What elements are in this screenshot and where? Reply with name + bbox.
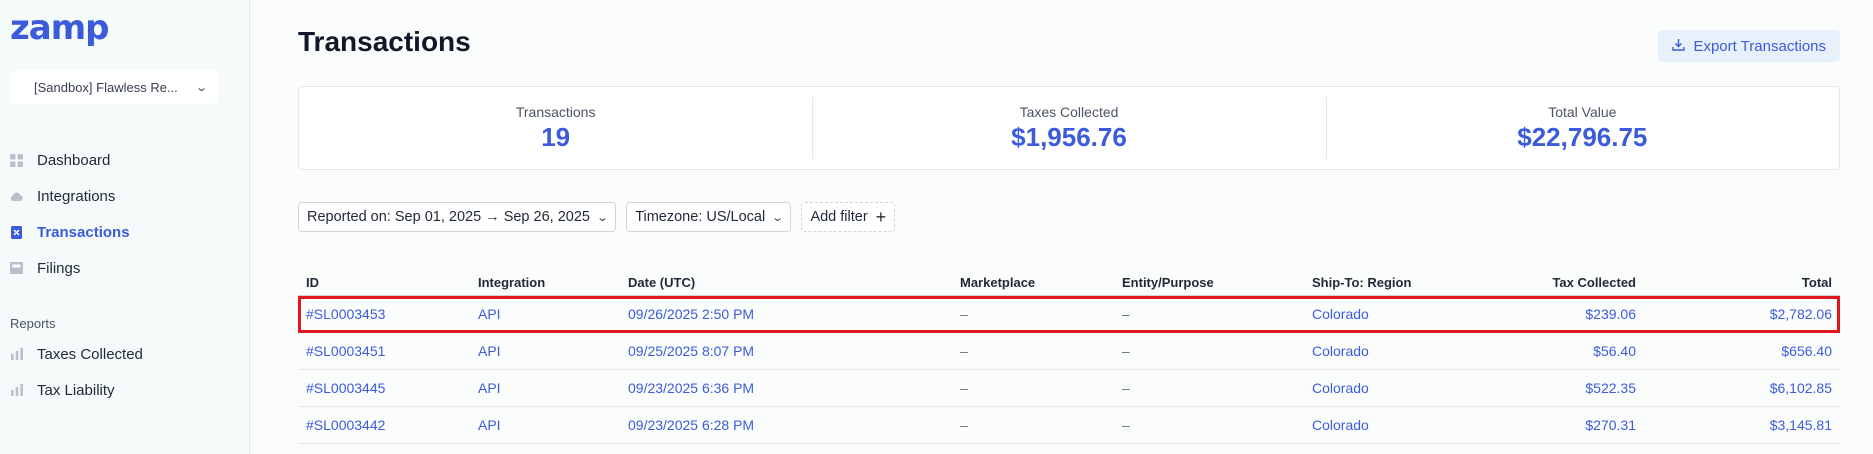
- main-nav: Dashboard Integrations Transactions Fili…: [10, 142, 130, 286]
- cell-marketplace: –: [960, 380, 968, 396]
- org-name: [Sandbox] Flawless Re...: [34, 79, 178, 95]
- cell-marketplace: –: [960, 306, 968, 322]
- stat-value: $1,956.76: [1011, 121, 1127, 152]
- stat-value: 19: [541, 121, 571, 152]
- table-row[interactable]: #SL0003442 API 09/23/2025 6:28 PM – – Co…: [298, 407, 1840, 444]
- cell-tax-collected: $522.35: [1585, 380, 1636, 396]
- transactions-table: ID Integration Date (UTC) Marketplace En…: [298, 270, 1840, 444]
- sidebar-item-taxes-collected[interactable]: Taxes Collected: [10, 336, 143, 372]
- filter-label: Timezone: US/Local: [635, 209, 766, 225]
- cell-region: Colorado: [1312, 343, 1369, 359]
- stat-taxes-collected: Taxes Collected $1,956.76: [812, 87, 1325, 169]
- cell-total: $2,782.06: [1769, 306, 1832, 322]
- org-selector[interactable]: [Sandbox] Flawless Re... ⌄: [10, 70, 218, 104]
- cell-id[interactable]: #SL0003451: [298, 343, 470, 359]
- sidebar-item-label: Taxes Collected: [37, 345, 143, 363]
- table-header: ID Integration Date (UTC) Marketplace En…: [298, 270, 1840, 296]
- cell-date: 09/23/2025 6:36 PM: [628, 380, 755, 396]
- page-title: Transactions: [298, 26, 471, 57]
- add-filter-button[interactable]: Add filter +: [801, 202, 896, 232]
- reports-nav: Taxes Collected Tax Liability: [10, 336, 143, 408]
- stat-label: Taxes Collected: [1019, 103, 1119, 120]
- chevron-down-icon: ⌄: [596, 211, 610, 224]
- stat-total-value: Total Value $22,796.75: [1325, 87, 1839, 169]
- column-header-date[interactable]: Date (UTC): [620, 275, 952, 290]
- stat-label: Transactions: [515, 103, 596, 120]
- date-range-filter[interactable]: Reported on: Sep 01, 2025 → Sep 26, 2025…: [298, 202, 617, 232]
- filter-label: Reported on: Sep 01, 2025 → Sep 26, 2025: [307, 209, 590, 225]
- sidebar-item-integrations[interactable]: Integrations: [10, 178, 130, 214]
- chevron-down-icon: ⌄: [194, 81, 208, 94]
- cell-marketplace: –: [960, 343, 968, 359]
- cell-tax-collected: $239.06: [1585, 306, 1636, 322]
- sidebar-item-tax-liability[interactable]: Tax Liability: [10, 372, 143, 408]
- grid-icon: [10, 153, 23, 167]
- bar-chart-icon: [10, 384, 23, 397]
- column-header-id[interactable]: ID: [298, 275, 470, 290]
- column-header-entity-purpose[interactable]: Entity/Purpose: [1114, 275, 1304, 290]
- stat-label: Total Value: [1548, 103, 1617, 120]
- sidebar-item-label: Dashboard: [37, 151, 111, 169]
- cell-region: Colorado: [1312, 306, 1369, 322]
- cell-entity-purpose: –: [1122, 343, 1130, 359]
- cell-total: $6,102.85: [1769, 380, 1832, 396]
- chevron-down-icon: ⌄: [771, 211, 785, 224]
- column-header-total[interactable]: Total: [1636, 275, 1840, 290]
- cell-integration: API: [478, 417, 501, 433]
- column-header-marketplace[interactable]: Marketplace: [952, 275, 1114, 290]
- sidebar-item-label: Transactions: [37, 223, 130, 241]
- cell-tax-collected: $270.31: [1585, 417, 1636, 433]
- receipt-icon: [10, 225, 23, 239]
- sidebar-item-label: Filings: [37, 259, 81, 277]
- stat-transactions: Transactions 19: [299, 87, 812, 169]
- plus-icon: +: [875, 207, 887, 227]
- sidebar-item-dashboard[interactable]: Dashboard: [10, 142, 130, 178]
- cell-integration: API: [478, 343, 501, 359]
- cell-entity-purpose: –: [1122, 306, 1130, 322]
- cell-total: $3,145.81: [1769, 417, 1832, 433]
- stats-card: Transactions 19 Taxes Collected $1,956.7…: [298, 86, 1840, 170]
- cell-integration: API: [478, 380, 501, 396]
- cell-id[interactable]: #SL0003445: [298, 380, 470, 396]
- download-icon: [1672, 38, 1686, 55]
- cell-date: 09/26/2025 2:50 PM: [628, 306, 755, 322]
- zamp-logo[interactable]: zamp: [10, 8, 109, 48]
- cell-entity-purpose: –: [1122, 417, 1130, 433]
- column-header-tax-collected[interactable]: Tax Collected: [1466, 275, 1636, 290]
- sidebar: zamp [Sandbox] Flawless Re... ⌄ Dashboar…: [0, 0, 250, 454]
- timezone-filter[interactable]: Timezone: US/Local ⌄: [626, 202, 792, 232]
- sidebar-item-label: Tax Liability: [37, 381, 115, 399]
- main-content: Transactions Export Transactions Transac…: [250, 0, 1873, 454]
- export-label: Export Transactions: [1693, 37, 1826, 55]
- sidebar-item-label: Integrations: [37, 187, 116, 205]
- cell-total: $656.40: [1781, 343, 1832, 359]
- reports-section-label: Reports: [10, 316, 56, 331]
- cell-region: Colorado: [1312, 380, 1369, 396]
- column-header-integration[interactable]: Integration: [470, 275, 620, 290]
- cell-entity-purpose: –: [1122, 380, 1130, 396]
- stat-value: $22,796.75: [1517, 121, 1648, 152]
- table-row[interactable]: #SL0003453 API 09/26/2025 2:50 PM – – Co…: [298, 296, 1840, 333]
- cell-tax-collected: $56.40: [1593, 343, 1636, 359]
- column-header-ship-to-region[interactable]: Ship-To: Region: [1304, 275, 1466, 290]
- cell-id[interactable]: #SL0003453: [298, 306, 470, 322]
- cell-region: Colorado: [1312, 417, 1369, 433]
- filter-bar: Reported on: Sep 01, 2025 → Sep 26, 2025…: [298, 202, 896, 232]
- cell-date: 09/25/2025 8:07 PM: [628, 343, 755, 359]
- export-transactions-button[interactable]: Export Transactions: [1658, 30, 1840, 62]
- cell-id[interactable]: #SL0003442: [298, 417, 470, 433]
- bar-chart-icon: [10, 348, 23, 361]
- cell-marketplace: –: [960, 417, 968, 433]
- cell-date: 09/23/2025 6:28 PM: [628, 417, 755, 433]
- cloud-icon: [10, 190, 23, 203]
- inbox-icon: [10, 262, 23, 275]
- sidebar-item-transactions[interactable]: Transactions: [10, 214, 130, 250]
- filter-label: Add filter: [810, 209, 868, 225]
- sidebar-item-filings[interactable]: Filings: [10, 250, 130, 286]
- table-row[interactable]: #SL0003445 API 09/23/2025 6:36 PM – – Co…: [298, 370, 1840, 407]
- cell-integration: API: [478, 306, 501, 322]
- table-row[interactable]: #SL0003451 API 09/25/2025 8:07 PM – – Co…: [298, 333, 1840, 370]
